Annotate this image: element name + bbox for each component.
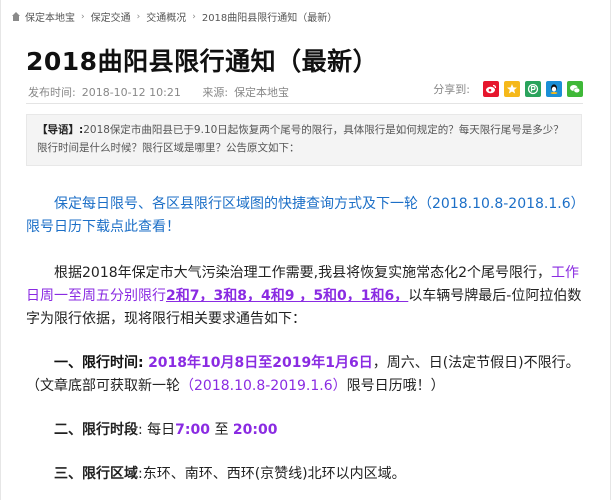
qq-icon[interactable]	[546, 81, 562, 97]
source-label: 来源:	[202, 86, 229, 99]
breadcrumb: 保定本地宝 › 保定交通 › 交通概况 › 2018曲阳县限行通知（最新）	[11, 9, 337, 24]
breadcrumb-link-overview[interactable]: 交通概况	[146, 9, 186, 24]
section-hours-pre: : 每日	[138, 422, 176, 438]
section-hours-end: 20:00	[232, 422, 278, 438]
policy-intro-paragraph: 根据2018年保定市大气污染治理工作需要,我县将恢复实施常态化2个尾号限行，工作…	[26, 262, 582, 331]
policy-intro-text: 根据2018年保定市大气污染治理工作需要,我县将恢复实施常态化2个尾号限行，	[54, 265, 551, 281]
section-hours-start: 7:00	[175, 422, 210, 438]
pengyou-icon[interactable]	[525, 81, 541, 97]
publish-time: 2018-10-12 10:21	[81, 86, 181, 99]
breadcrumb-current: 2018曲阳县限行通知（最新）	[201, 13, 338, 24]
section-time-label: 一、限行时间:	[54, 355, 144, 371]
meta-divider	[26, 103, 583, 104]
section-time-date: 2018年10月8日至2019年1月6日	[148, 355, 373, 371]
section-area-label: 三、限行区域	[54, 466, 138, 482]
section-time-range: （2018.10.8-2019.1.6）	[180, 378, 347, 394]
share-label: 分享到:	[433, 83, 470, 96]
breadcrumb-link-home[interactable]: 保定本地宝	[25, 9, 75, 24]
section-time-paragraph: 一、限行时间: 2018年10月8日至2019年1月6日，周六、日(法定节假日)…	[26, 352, 582, 398]
page-title: 2018曲阳县限行通知（最新）	[26, 47, 379, 76]
section-area-text: :东环、南环、西环(京赞线)北环以内区域。	[138, 466, 406, 482]
section-time-end: 限号日历哦！）	[346, 378, 445, 394]
article-page: 保定本地宝 › 保定交通 › 交通概况 › 2018曲阳县限行通知（最新） 20…	[0, 0, 611, 500]
section-hours-paragraph: 二、限行时段: 每日7:00 至 20:00	[26, 419, 582, 442]
lead-tag: 【导语】:	[37, 124, 84, 136]
home-icon	[11, 11, 21, 22]
lead-box: 【导语】:2018保定市曲阳县已于9.10日起恢复两个尾号的限行，具体限行是如何…	[26, 114, 582, 166]
section-hours-to: 至	[210, 422, 233, 438]
breadcrumb-link-traffic[interactable]: 保定交通	[91, 9, 131, 24]
lead-text: 2018保定市曲阳县已于9.10日起恢复两个尾号的限行，具体限行是如何规定的？每…	[37, 124, 564, 154]
weibo-icon[interactable]	[483, 81, 499, 97]
qzone-icon[interactable]	[504, 81, 520, 97]
article-meta: 发布时间: 2018-10-12 10:21 来源: 保定本地宝	[28, 84, 295, 100]
wechat-icon[interactable]	[567, 81, 583, 97]
publish-label: 发布时间:	[28, 86, 76, 99]
section-hours-label: 二、限行时段	[54, 422, 138, 438]
section-area-paragraph: 三、限行区域:东环、南环、西环(京赞线)北环以内区域。	[26, 463, 582, 486]
breadcrumb-separator: ›	[81, 11, 85, 22]
breadcrumb-separator: ›	[136, 11, 141, 22]
source-name: 保定本地宝	[234, 86, 290, 99]
tail-number-pairs[interactable]: 2和7，3和8，4和9 ，5和0，1和6，	[166, 288, 408, 304]
share-bar: 分享到:	[433, 81, 583, 97]
breadcrumb-separator: ›	[192, 11, 196, 22]
query-link-paragraph[interactable]: 保定每日限号、各区县限行区域图的快捷查询方式及下一轮（2018.10.8-201…	[26, 193, 582, 239]
